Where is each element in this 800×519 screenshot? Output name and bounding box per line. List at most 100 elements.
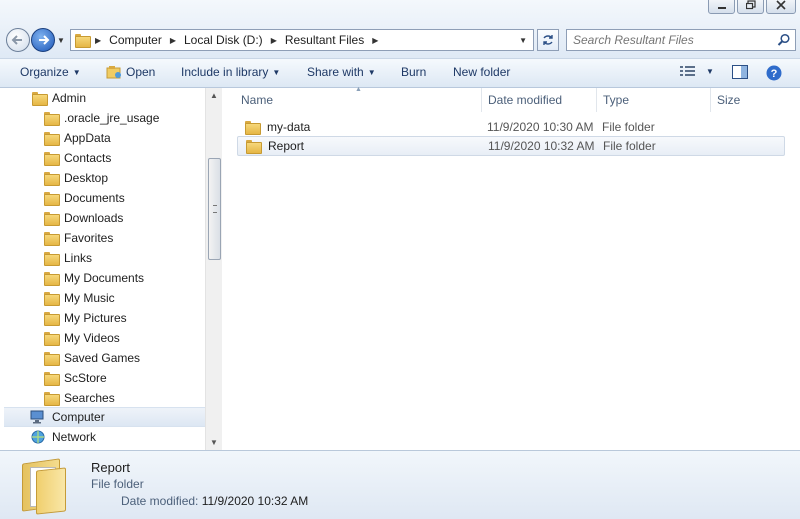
tree-item-downloads[interactable]: Downloads [44, 208, 123, 228]
breadcrumb-local-disk[interactable]: Local Disk (D:) [184, 33, 263, 47]
tree-item-label: My Pictures [64, 311, 127, 325]
open-button[interactable]: Open [106, 65, 155, 79]
details-date-modified: Date modified: 11/9/2020 10:32 AM [121, 494, 308, 508]
file-type: File folder [602, 120, 655, 134]
address-bar[interactable]: ▶ Computer ▶ Local Disk (D:) ▶ Resultant… [70, 29, 534, 51]
forward-arrow-icon [39, 35, 50, 45]
file-row-selected[interactable]: Report 11/9/2020 10:32 AM File folder [237, 136, 785, 156]
change-view-button[interactable]: ▼ [680, 65, 714, 77]
preview-pane-button[interactable] [732, 65, 748, 79]
minimize-button[interactable] [708, 0, 735, 14]
folder-icon [44, 352, 60, 366]
tree-item-links[interactable]: Links [44, 248, 92, 268]
column-header-size[interactable]: Size [711, 88, 791, 112]
refresh-icon [543, 35, 553, 45]
column-header-name[interactable]: Name [235, 88, 482, 112]
view-details-icon [680, 66, 695, 76]
help-button[interactable]: ? [766, 65, 782, 81]
tree-item-saved-games[interactable]: Saved Games [44, 348, 140, 368]
breadcrumb-resultant-files[interactable]: Resultant Files [285, 33, 364, 47]
folder-icon [44, 232, 60, 246]
tree-item-my-music[interactable]: My Music [44, 288, 115, 308]
refresh-button[interactable] [537, 29, 559, 51]
folder-icon [44, 152, 60, 166]
preview-pane-icon [732, 65, 748, 79]
new-folder-label: New folder [453, 65, 511, 79]
back-button[interactable] [6, 28, 30, 52]
scrollbar-thumb[interactable] [208, 158, 221, 260]
folder-icon [44, 312, 60, 326]
chevron-right-icon[interactable]: ▶ [271, 36, 277, 45]
chevron-right-icon[interactable]: ▶ [95, 36, 101, 45]
organize-button[interactable]: Organize ▼ [20, 65, 81, 79]
tree-item-label: My Music [64, 291, 115, 305]
search-icon[interactable] [777, 33, 791, 47]
chevron-right-icon[interactable]: ▶ [372, 36, 378, 45]
include-in-library-label: Include in library [181, 65, 269, 79]
include-in-library-button[interactable]: Include in library ▼ [181, 65, 280, 79]
recent-pages-dropdown-icon[interactable]: ▼ [57, 36, 65, 45]
address-history-dropdown-icon[interactable]: ▼ [519, 36, 527, 45]
share-with-button[interactable]: Share with ▼ [307, 65, 376, 79]
chevron-down-icon: ▼ [706, 66, 714, 76]
tree-item-contacts[interactable]: Contacts [44, 148, 111, 168]
folder-icon [44, 392, 60, 406]
column-header-date-modified[interactable]: Date modified [482, 88, 597, 112]
file-row[interactable]: my-data 11/9/2020 10:30 AM File folder [237, 117, 785, 137]
tree-item-label: Admin [52, 91, 87, 105]
burn-button[interactable]: Burn [401, 65, 426, 79]
folder-icon [245, 121, 261, 135]
tree-item-my-documents[interactable]: My Documents [44, 268, 144, 288]
search-input[interactable] [573, 33, 768, 47]
tree-item-favorites[interactable]: Favorites [44, 228, 113, 248]
scroll-up-icon[interactable]: ▲ [210, 91, 218, 100]
chevron-down-icon: ▼ [367, 67, 376, 77]
organize-label: Organize [20, 65, 69, 79]
folder-icon [44, 272, 60, 286]
scroll-down-icon[interactable]: ▼ [210, 438, 218, 447]
grip-icon [213, 205, 217, 213]
user-folder-icon [32, 92, 48, 106]
folder-thumbnail-icon [22, 457, 68, 515]
tree-item-appdata[interactable]: AppData [44, 128, 111, 148]
help-icon: ? [766, 65, 782, 81]
search-box[interactable] [566, 29, 796, 51]
details-date-label: Date modified: [121, 494, 199, 508]
column-header-type[interactable]: Type [597, 88, 711, 112]
details-item-name: Report [91, 460, 131, 475]
open-label: Open [126, 65, 156, 79]
folder-icon [44, 172, 60, 186]
tree-item-label: Network [52, 430, 97, 444]
details-pane: Report File folder Date modified: 11/9/2… [0, 450, 800, 519]
tree-item-searches[interactable]: Searches [44, 388, 115, 408]
tree-item-oracle-jre-usage[interactable]: .oracle_jre_usage [44, 108, 159, 128]
chevron-right-icon[interactable]: ▶ [170, 36, 176, 45]
tree-item-label: ScStore [64, 371, 107, 385]
chevron-down-icon: ▼ [72, 67, 81, 77]
folder-icon [44, 132, 60, 146]
tree-item-my-pictures[interactable]: My Pictures [44, 308, 127, 328]
tree-item-network[interactable]: Network [30, 427, 96, 447]
forward-button[interactable] [31, 28, 55, 52]
tree-item-label: My Videos [64, 331, 120, 345]
navigation-scrollbar[interactable]: ▲ ▼ [205, 88, 222, 450]
folder-icon [44, 332, 60, 346]
command-bar: Organize ▼ Open Include in library ▼ Sha… [0, 58, 800, 88]
tree-item-label: My Documents [64, 271, 145, 285]
tree-item-scstore[interactable]: ScStore [44, 368, 107, 388]
new-folder-button[interactable]: New folder [453, 65, 510, 79]
tree-item-label: Downloads [64, 211, 124, 225]
maximize-button[interactable] [737, 0, 764, 14]
tree-item-documents[interactable]: Documents [44, 188, 125, 208]
open-folder-icon [106, 66, 121, 79]
folder-icon [44, 192, 60, 206]
close-button[interactable] [766, 0, 796, 14]
tree-item-computer[interactable]: Computer [4, 407, 205, 427]
tree-item-admin[interactable]: Admin [32, 88, 86, 108]
breadcrumb-computer[interactable]: Computer [109, 33, 162, 47]
restore-icon [745, 0, 756, 10]
tree-item-desktop[interactable]: Desktop [44, 168, 108, 188]
folder-icon [246, 140, 262, 154]
tree-item-my-videos[interactable]: My Videos [44, 328, 120, 348]
share-with-label: Share with [307, 65, 364, 79]
